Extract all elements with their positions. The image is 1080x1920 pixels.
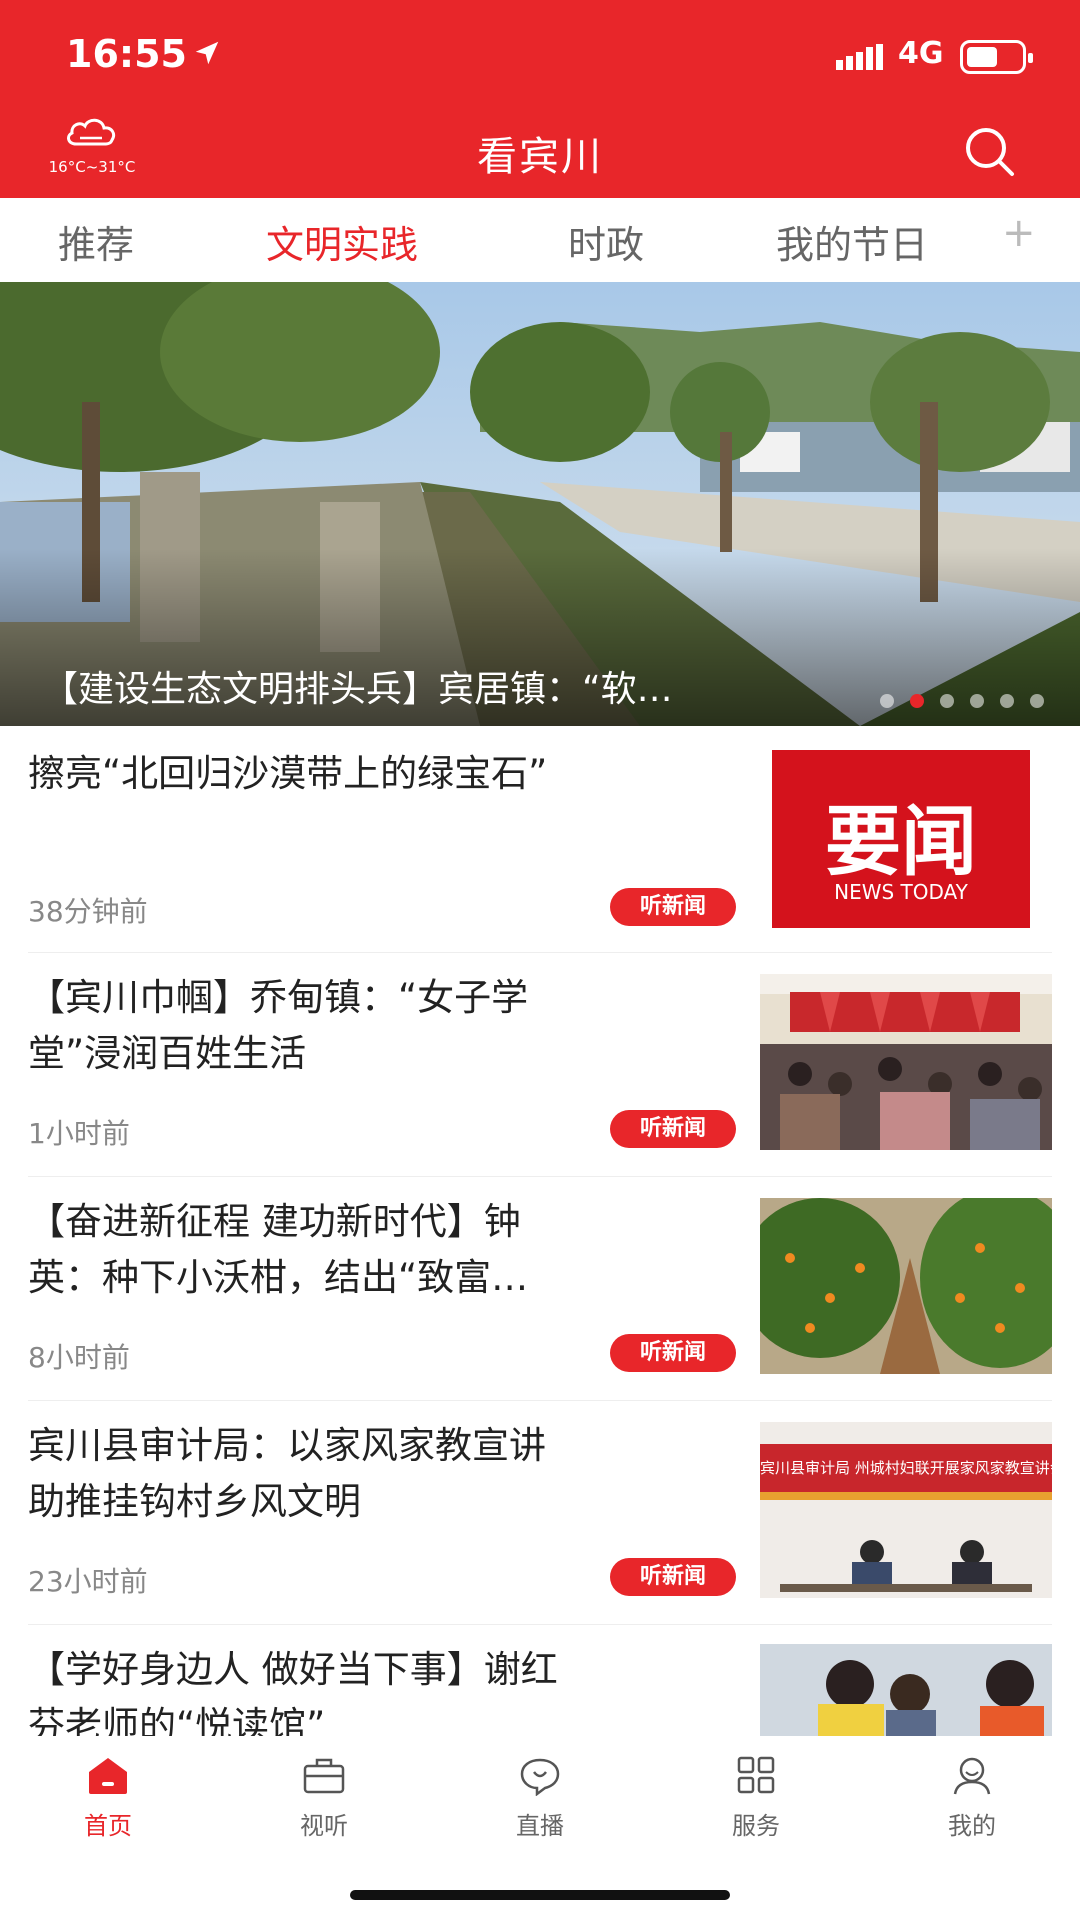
news-title: 擦亮“北回归沙漠带上的绿宝石” <box>28 752 548 795</box>
tab-label: 视听 <box>300 1812 348 1840</box>
news-time: 8小时前 <box>28 1341 130 1374</box>
tab-label: 直播 <box>516 1812 564 1840</box>
tab-profile[interactable]: 我的 <box>912 1754 1032 1841</box>
divider <box>28 1176 1052 1177</box>
tab-services[interactable]: 服务 <box>696 1754 816 1841</box>
tab-label: 我的 <box>948 1812 996 1840</box>
user-icon <box>953 1757 991 1795</box>
news-title-line2: 堂”浸润百姓生活 <box>28 1032 307 1075</box>
news-title: 【宾川巾帼】乔甸镇：“女子学 <box>28 976 529 1019</box>
divider <box>28 1624 1052 1625</box>
list-item[interactable]: 【奋进新征程 建功新时代】钟 英：种下小沃柑，结出“致富… 8小时前 听新闻 <box>0 1178 1080 1400</box>
news-thumbnail: 宾川县审计局 州城村妇联开展家风家教宣讲会 <box>760 1422 1052 1598</box>
tab-label: 服务 <box>732 1812 780 1840</box>
list-item[interactable]: 【学好身边人 做好当下事】谢红 芬老师的“悦读馆” <box>0 1626 1080 1736</box>
banner-caption: 【建设生态文明排头兵】宾居镇：“软… <box>42 669 673 710</box>
thumb-headline: 要闻 <box>825 797 977 886</box>
news-thumbnail <box>760 974 1052 1150</box>
carousel-dot[interactable] <box>910 694 924 708</box>
tab-live[interactable]: 直播 <box>480 1754 600 1841</box>
live-chat-icon <box>520 1758 560 1797</box>
carousel-dot[interactable] <box>880 694 894 708</box>
tab-media[interactable]: 视听 <box>264 1754 384 1841</box>
news-title-line2: 英：种下小沃柑，结出“致富… <box>28 1256 529 1299</box>
list-item[interactable]: 宾川县审计局：以家风家教宣讲 助推挂钩村乡风文明 23小时前 听新闻 宾川县审计… <box>0 1402 1080 1624</box>
channel-tabs: 推荐 文明实践 时政 我的节日 + <box>0 198 1080 280</box>
list-item[interactable]: 【宾川巾帼】乔甸镇：“女子学 堂”浸润百姓生活 1小时前 听新闻 <box>0 954 1080 1176</box>
briefcase-icon <box>303 1758 345 1794</box>
banner-carousel[interactable]: 【建设生态文明排头兵】宾居镇：“软… <box>0 282 1080 726</box>
news-title: 【奋进新征程 建功新时代】钟 <box>28 1200 521 1243</box>
news-title-line2: 芬老师的“悦读馆” <box>28 1704 326 1736</box>
divider <box>28 1400 1052 1401</box>
listen-news-button[interactable]: 听新闻 <box>610 1558 736 1596</box>
tab-civilization[interactable]: 文明实践 <box>266 214 418 269</box>
news-time: 23小时前 <box>28 1565 148 1598</box>
status-bar: 16:55 4G <box>0 0 1080 110</box>
add-channel-icon[interactable]: + <box>1002 210 1036 256</box>
network-type: 4G <box>898 36 944 71</box>
listen-news-button[interactable]: 听新闻 <box>610 1110 736 1148</box>
thumb-banner-text: 宾川县审计局 州城村妇联开展家风家教宣讲会 <box>760 1444 1052 1492</box>
news-time: 1小时前 <box>28 1117 130 1150</box>
thumb-subtitle: NEWS TODAY <box>834 880 968 904</box>
signal-icon <box>836 44 883 70</box>
home-indicator <box>350 1890 730 1900</box>
grid-icon <box>737 1756 775 1794</box>
carousel-dot[interactable] <box>940 694 954 708</box>
app-header: 16:55 4G 16°C~31°C 看宾川 <box>0 0 1080 198</box>
news-title-line2: 助推挂钩村乡风文明 <box>28 1480 361 1523</box>
news-time: 38分钟前 <box>28 895 148 928</box>
battery-icon <box>960 40 1033 74</box>
status-time: 16:55 <box>66 32 187 76</box>
page-title: 看宾川 <box>477 134 603 180</box>
list-item[interactable]: 擦亮“北回归沙漠带上的绿宝石” 38分钟前 听新闻 要闻 NEWS TODAY <box>0 726 1080 954</box>
tab-label: 首页 <box>84 1812 132 1840</box>
tab-home[interactable]: 首页 <box>48 1754 168 1841</box>
tab-recommend[interactable]: 推荐 <box>58 214 134 269</box>
tab-politics[interactable]: 时政 <box>568 214 644 269</box>
search-icon[interactable] <box>960 122 1018 180</box>
news-thumbnail <box>760 1644 1052 1736</box>
carousel-dot[interactable] <box>970 694 984 708</box>
carousel-dot[interactable] <box>1000 694 1014 708</box>
news-title: 宾川县审计局：以家风家教宣讲 <box>28 1424 546 1467</box>
news-title: 【学好身边人 做好当下事】谢红 <box>28 1648 558 1691</box>
location-arrow-icon <box>195 41 219 65</box>
listen-news-button[interactable]: 听新闻 <box>610 1334 736 1372</box>
carousel-dot[interactable] <box>1030 694 1044 708</box>
news-thumbnail <box>760 1198 1052 1374</box>
divider <box>28 952 1052 953</box>
tab-my-festival[interactable]: 我的节日 <box>776 214 928 269</box>
news-thumbnail: 要闻 NEWS TODAY <box>772 750 1030 928</box>
home-icon <box>89 1758 127 1794</box>
listen-news-button[interactable]: 听新闻 <box>610 888 736 926</box>
